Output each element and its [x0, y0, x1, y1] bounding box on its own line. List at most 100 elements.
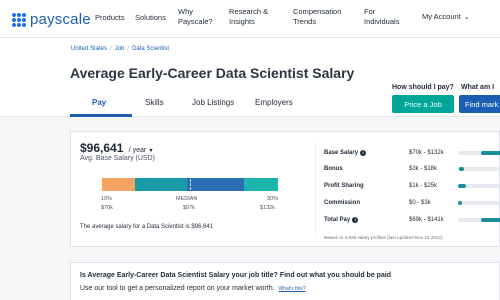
salary-subtitle: Avg. Base Salary (USD) — [80, 155, 155, 162]
tab-job-listings-label: Job Listings — [192, 98, 235, 107]
nav-why-line2: Payscale? — [178, 17, 213, 26]
compensation-row: Commission $0 - $3k — [324, 200, 500, 212]
compensation-range-fill — [481, 218, 500, 222]
price-a-job-button[interactable]: Price a Job — [392, 95, 454, 113]
compensation-label: Bonus — [324, 166, 343, 172]
breadcrumb-title[interactable]: Data Scientist — [132, 46, 169, 52]
logo-dots-icon — [12, 12, 26, 27]
compensation-label: Commission — [324, 200, 360, 206]
info-icon[interactable]: i — [352, 217, 359, 223]
breadcrumb-separator: / — [127, 46, 130, 52]
average-salary-note: The average salary for a Data Scientist … — [80, 224, 214, 230]
median-label: MEDIAN — [176, 196, 198, 202]
tab-skills[interactable]: Skills — [145, 98, 164, 107]
compensation-range: $70k - $132k — [409, 150, 444, 156]
logo-text: payscale — [30, 11, 91, 28]
my-account-button[interactable]: My Account ⌄ — [422, 12, 470, 21]
chevron-down-icon: ⌄ — [463, 14, 470, 21]
tab-pay-label: Pay — [92, 98, 107, 107]
tab-skills-label: Skills — [145, 98, 164, 107]
payscale-logo[interactable]: payscale — [12, 11, 91, 28]
compensation-range: $0 - $3k — [409, 200, 431, 206]
p90-value: $132k — [260, 205, 275, 211]
compensation-range-track — [458, 167, 500, 171]
breadcrumb-job[interactable]: Job — [115, 46, 125, 52]
compensation-row: Base Salary i $70k - $132k — [324, 150, 500, 162]
nav-research-line2: Insights — [229, 17, 255, 26]
compensation-label-text: Profit Sharing — [324, 183, 364, 189]
nav-solutions[interactable]: Solutions — [135, 13, 166, 23]
compensation-range: $3k - $18k — [409, 166, 438, 172]
compensation-range: $1k - $25k — [409, 183, 438, 189]
bar-segment-low — [102, 178, 135, 191]
nav-products-label: Products — [95, 13, 125, 22]
nav-individuals-line1: For — [364, 7, 376, 16]
whats-this-link[interactable]: What's this? — [279, 286, 306, 292]
nav-comp-line1: Compensation — [293, 7, 342, 16]
compensation-label-text: Bonus — [324, 166, 343, 172]
salary-period-label: / year — [128, 147, 147, 154]
nav-individuals-line2: Individuals — [364, 17, 400, 26]
promo-title: Is Average Early-Career Data Scientist S… — [80, 272, 392, 279]
price-question: How should I pay? — [392, 84, 454, 91]
compensation-label-text: Base Salary — [324, 150, 359, 156]
nav-comp-line2: Trends — [293, 17, 317, 26]
compensation-range-fill — [481, 151, 500, 155]
tab-pay[interactable]: Pay — [92, 98, 106, 107]
nav-research-insights[interactable]: Research & Insights — [229, 7, 268, 27]
active-tab-indicator — [70, 114, 132, 117]
median-marker — [190, 179, 191, 190]
compensation-label: Profit Sharing — [324, 183, 364, 189]
nav-why-line1: Why — [178, 7, 193, 16]
compensation-range-track — [458, 184, 500, 188]
compensation-range-fill — [458, 184, 466, 188]
nav-research-line1: Research & — [229, 7, 269, 16]
bar-segment-mid-low — [135, 178, 187, 191]
p90-label: 90% — [267, 196, 279, 202]
compensation-range-track — [458, 151, 500, 155]
tab-employers-label: Employers — [255, 98, 293, 107]
promo-subtitle: Use our tool to get a personalized repor… — [80, 285, 275, 292]
top-navigation-bar: payscale Products Solutions Why Payscale… — [0, 0, 500, 38]
bar-segment-mid-high — [187, 178, 244, 191]
salary-amount-row: $96,641 / year ▼ — [80, 141, 154, 155]
promo-subtitle-row: Use our tool to get a personalized repor… — [80, 285, 306, 292]
compensation-row: Profit Sharing $1k - $25k — [324, 183, 500, 195]
bar-segment-high — [244, 178, 278, 191]
caret-down-icon: ▼ — [148, 148, 154, 154]
breadcrumb: United States / Job / Data Scientist — [71, 46, 169, 52]
compensation-range-track — [458, 218, 500, 222]
tab-job-listings[interactable]: Job Listings — [192, 98, 234, 107]
compensation-row: Bonus $3k - $18k — [324, 166, 500, 178]
compensation-row: Total Pay i $69k - $141k — [324, 217, 500, 229]
salary-card: $96,641 / year ▼ Avg. Base Salary (USD) 1… — [70, 131, 500, 247]
compensation-range-track — [458, 201, 500, 205]
card-divider — [315, 142, 316, 238]
find-market-button[interactable]: Find mark — [459, 95, 500, 113]
info-icon[interactable]: i — [360, 150, 367, 156]
nav-why-payscale[interactable]: Why Payscale? — [178, 7, 213, 27]
page-title: Average Early-Career Data Scientist Sala… — [70, 65, 355, 81]
compensation-label: Base Salary i — [324, 150, 367, 156]
nav-products[interactable]: Products — [95, 13, 125, 23]
p10-value: $70k — [101, 205, 113, 211]
job-title-promo-card: Is Average Early-Career Data Scientist S… — [70, 262, 500, 300]
p10-label: 10% — [101, 196, 113, 202]
page-header: United States / Job / Data Scientist Average… — [0, 38, 500, 117]
compensation-label-text: Total Pay — [324, 217, 351, 223]
nav-compensation-trends[interactable]: Compensation Trends — [293, 7, 341, 27]
tab-employers[interactable]: Employers — [255, 98, 293, 107]
salary-period-dropdown[interactable]: / year ▼ — [129, 147, 154, 154]
compensation-range: $69k - $141k — [409, 217, 444, 223]
my-account-label: My Account — [422, 12, 461, 21]
market-question: What am I — [461, 84, 495, 91]
nav-solutions-label: Solutions — [135, 13, 166, 22]
breadcrumb-separator: / — [110, 46, 112, 52]
compensation-label-text: Commission — [324, 200, 361, 206]
compensation-range-fill — [459, 167, 464, 171]
median-value: $97k — [183, 205, 195, 211]
compensation-range-fill — [458, 201, 462, 205]
compensation-label: Total Pay i — [324, 217, 359, 223]
breadcrumb-country[interactable]: United States — [71, 46, 107, 52]
nav-for-individuals[interactable]: For Individuals — [364, 7, 399, 27]
